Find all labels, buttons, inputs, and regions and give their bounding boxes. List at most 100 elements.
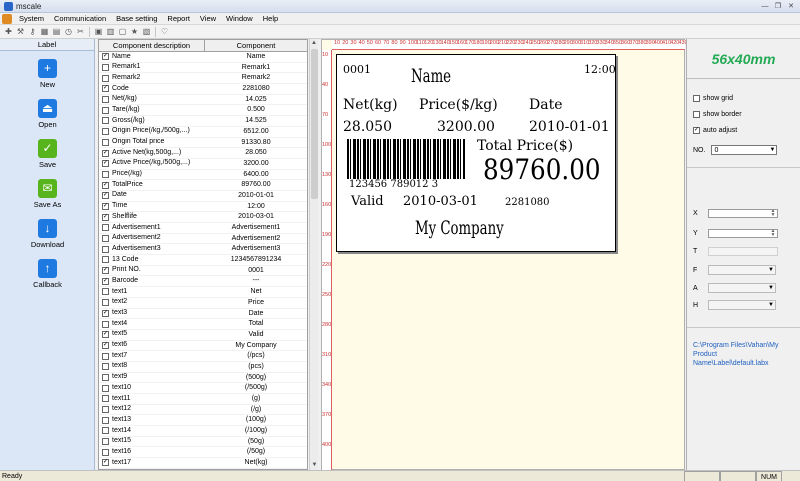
table-row[interactable]: ✓ Date 2010-01-01	[99, 191, 307, 202]
grid-scrollbar[interactable]: ▲ ▼	[309, 39, 318, 470]
no-select[interactable]: 0 ▼	[711, 145, 778, 155]
report-icon[interactable]: ▥	[105, 26, 116, 37]
row-checkbox[interactable]	[102, 288, 109, 296]
save-as-button[interactable]: ✉ Save As	[0, 177, 95, 215]
row-checkbox[interactable]: ✓	[102, 267, 109, 275]
label-net-value[interactable]: 28.050	[343, 119, 392, 135]
new-button[interactable]: + New	[0, 57, 95, 95]
table-row[interactable]: text9 (500g)	[99, 373, 307, 384]
scroll-thumb[interactable]	[311, 49, 318, 199]
key-icon[interactable]: ⚷	[27, 26, 38, 37]
star-icon[interactable]: ★	[129, 26, 140, 37]
table-row[interactable]: text8 (pcs)	[99, 362, 307, 373]
table-row[interactable]: text13 (100g)	[99, 415, 307, 427]
show-border-option[interactable]: show border	[693, 111, 742, 118]
table-row[interactable]: Remark2 Remark2	[99, 73, 307, 85]
table-row[interactable]: text11 (g)	[99, 394, 307, 405]
table-row[interactable]: ✓ TotalPrice 89760.00	[99, 180, 307, 191]
row-checkbox[interactable]	[102, 235, 109, 243]
row-checkbox[interactable]	[102, 96, 109, 104]
table-row[interactable]: ✓ Barcode ---	[99, 276, 307, 288]
table-row[interactable]: ✓ Name Name	[99, 52, 307, 63]
table-row[interactable]: text1 Net	[99, 287, 307, 298]
row-checkbox[interactable]	[102, 320, 109, 328]
scroll-up-icon[interactable]: ▲	[310, 39, 318, 48]
table-row[interactable]: Advertisement2 Advertisement2	[99, 234, 307, 245]
label-print-no[interactable]: 0001	[343, 63, 371, 76]
table-row[interactable]: text15 (50g)	[99, 437, 307, 448]
col-component-description[interactable]: Component description	[99, 40, 205, 51]
label-barcode[interactable]	[347, 139, 465, 179]
y-input[interactable]: ▲ ▼	[708, 229, 778, 238]
restore-icon[interactable]: ❐	[773, 2, 783, 11]
table-row[interactable]: Advertisement3 Advertisement3	[99, 244, 307, 256]
grid-icon[interactable]: ▣	[93, 26, 104, 37]
menu-window[interactable]: Window	[221, 14, 258, 23]
close-icon[interactable]: ✕	[786, 2, 796, 11]
calendar-icon[interactable]: ▦	[39, 26, 50, 37]
table-row[interactable]: text10 (/500g)	[99, 383, 307, 394]
row-checkbox[interactable]	[102, 170, 109, 178]
table-row[interactable]: Remark1 Remark1	[99, 63, 307, 74]
y-spinner-icon[interactable]: ▲ ▼	[769, 229, 777, 238]
table-row[interactable]: ✓ Code 2281080	[99, 84, 307, 95]
row-checkbox[interactable]: ✓	[102, 192, 109, 200]
menu-system[interactable]: System	[14, 14, 49, 23]
table-row[interactable]: text2 Price	[99, 298, 307, 309]
row-checkbox[interactable]	[102, 395, 109, 403]
table-row[interactable]: ✓ Print NO. 0001	[99, 266, 307, 277]
row-checkbox[interactable]: ✓	[102, 331, 109, 339]
row-checkbox[interactable]: ✓	[102, 85, 109, 93]
row-checkbox[interactable]	[102, 438, 109, 446]
document-icon[interactable]: ▤	[51, 26, 62, 37]
row-checkbox[interactable]	[102, 224, 109, 232]
table-row[interactable]: 13 Code 1234567891234	[99, 255, 307, 266]
h-select[interactable]: ▼	[708, 300, 776, 310]
row-checkbox[interactable]	[102, 373, 109, 381]
table-row[interactable]: Price(/kg) 6400.00	[99, 170, 307, 181]
row-checkbox[interactable]: ✓	[102, 309, 109, 317]
table-row[interactable]: ✓ text3 Date	[99, 309, 307, 320]
x-input[interactable]: ▲ ▼	[708, 209, 778, 218]
menu-view[interactable]: View	[195, 14, 221, 23]
auto-adjust-checkbox[interactable]: ✓	[693, 127, 700, 134]
row-checkbox[interactable]: ✓	[102, 341, 109, 349]
row-checkbox[interactable]	[102, 363, 109, 371]
table-row[interactable]: text7 (/pcs)	[99, 351, 307, 362]
f-select[interactable]: ▼	[708, 265, 776, 275]
label-price-value[interactable]: 3200.00	[437, 119, 495, 135]
table-row[interactable]: Net(/kg) 14.025	[99, 95, 307, 106]
show-grid-option[interactable]: show grid	[693, 95, 733, 102]
add-icon[interactable]: ✚	[3, 26, 14, 37]
window-icon[interactable]: ▢	[117, 26, 128, 37]
label-preview[interactable]: 0001 Name 12:00 Net(kg) Price($/kg) Date…	[336, 54, 616, 252]
open-button[interactable]: ⏏ Open	[0, 97, 95, 135]
row-checkbox[interactable]	[102, 256, 109, 264]
row-checkbox[interactable]: ✓	[102, 213, 109, 221]
table-row[interactable]: text12 (/g)	[99, 405, 307, 416]
table-row[interactable]: text4 Total	[99, 319, 307, 330]
table-row[interactable]: text16 (/50g)	[99, 447, 307, 459]
row-checkbox[interactable]: ✓	[102, 459, 109, 467]
a-select[interactable]: ▼	[708, 283, 776, 293]
table-row[interactable]: Origin Total price 91330.80	[99, 138, 307, 149]
row-checkbox[interactable]: ✓	[102, 181, 109, 189]
label-date-title[interactable]: Date	[529, 97, 562, 113]
table-row[interactable]: ✓ Active Net(kg,500g,...) 28.050	[99, 148, 307, 159]
row-checkbox[interactable]	[102, 448, 109, 456]
row-checkbox[interactable]: ✓	[102, 160, 109, 168]
auto-adjust-option[interactable]: ✓ auto adjust	[693, 127, 737, 134]
callback-button[interactable]: ↑ Callback	[0, 257, 95, 295]
row-checkbox[interactable]	[102, 138, 109, 146]
row-checkbox[interactable]: ✓	[102, 202, 109, 210]
row-checkbox[interactable]	[102, 352, 109, 360]
row-checkbox[interactable]: ✓	[102, 149, 109, 157]
wrench-icon[interactable]: ⚒	[15, 26, 26, 37]
row-checkbox[interactable]	[102, 427, 109, 435]
scroll-down-icon[interactable]: ▼	[310, 461, 319, 470]
table-row[interactable]: ✓ text5 Valid	[99, 330, 307, 341]
table-row[interactable]: ✓ Active Price(/kg,/500g,...) 3200.00	[99, 159, 307, 170]
download-button[interactable]: ↓ Download	[0, 217, 95, 255]
app-menu-icon[interactable]	[2, 13, 12, 24]
table-row[interactable]: text14 (/100g)	[99, 426, 307, 437]
